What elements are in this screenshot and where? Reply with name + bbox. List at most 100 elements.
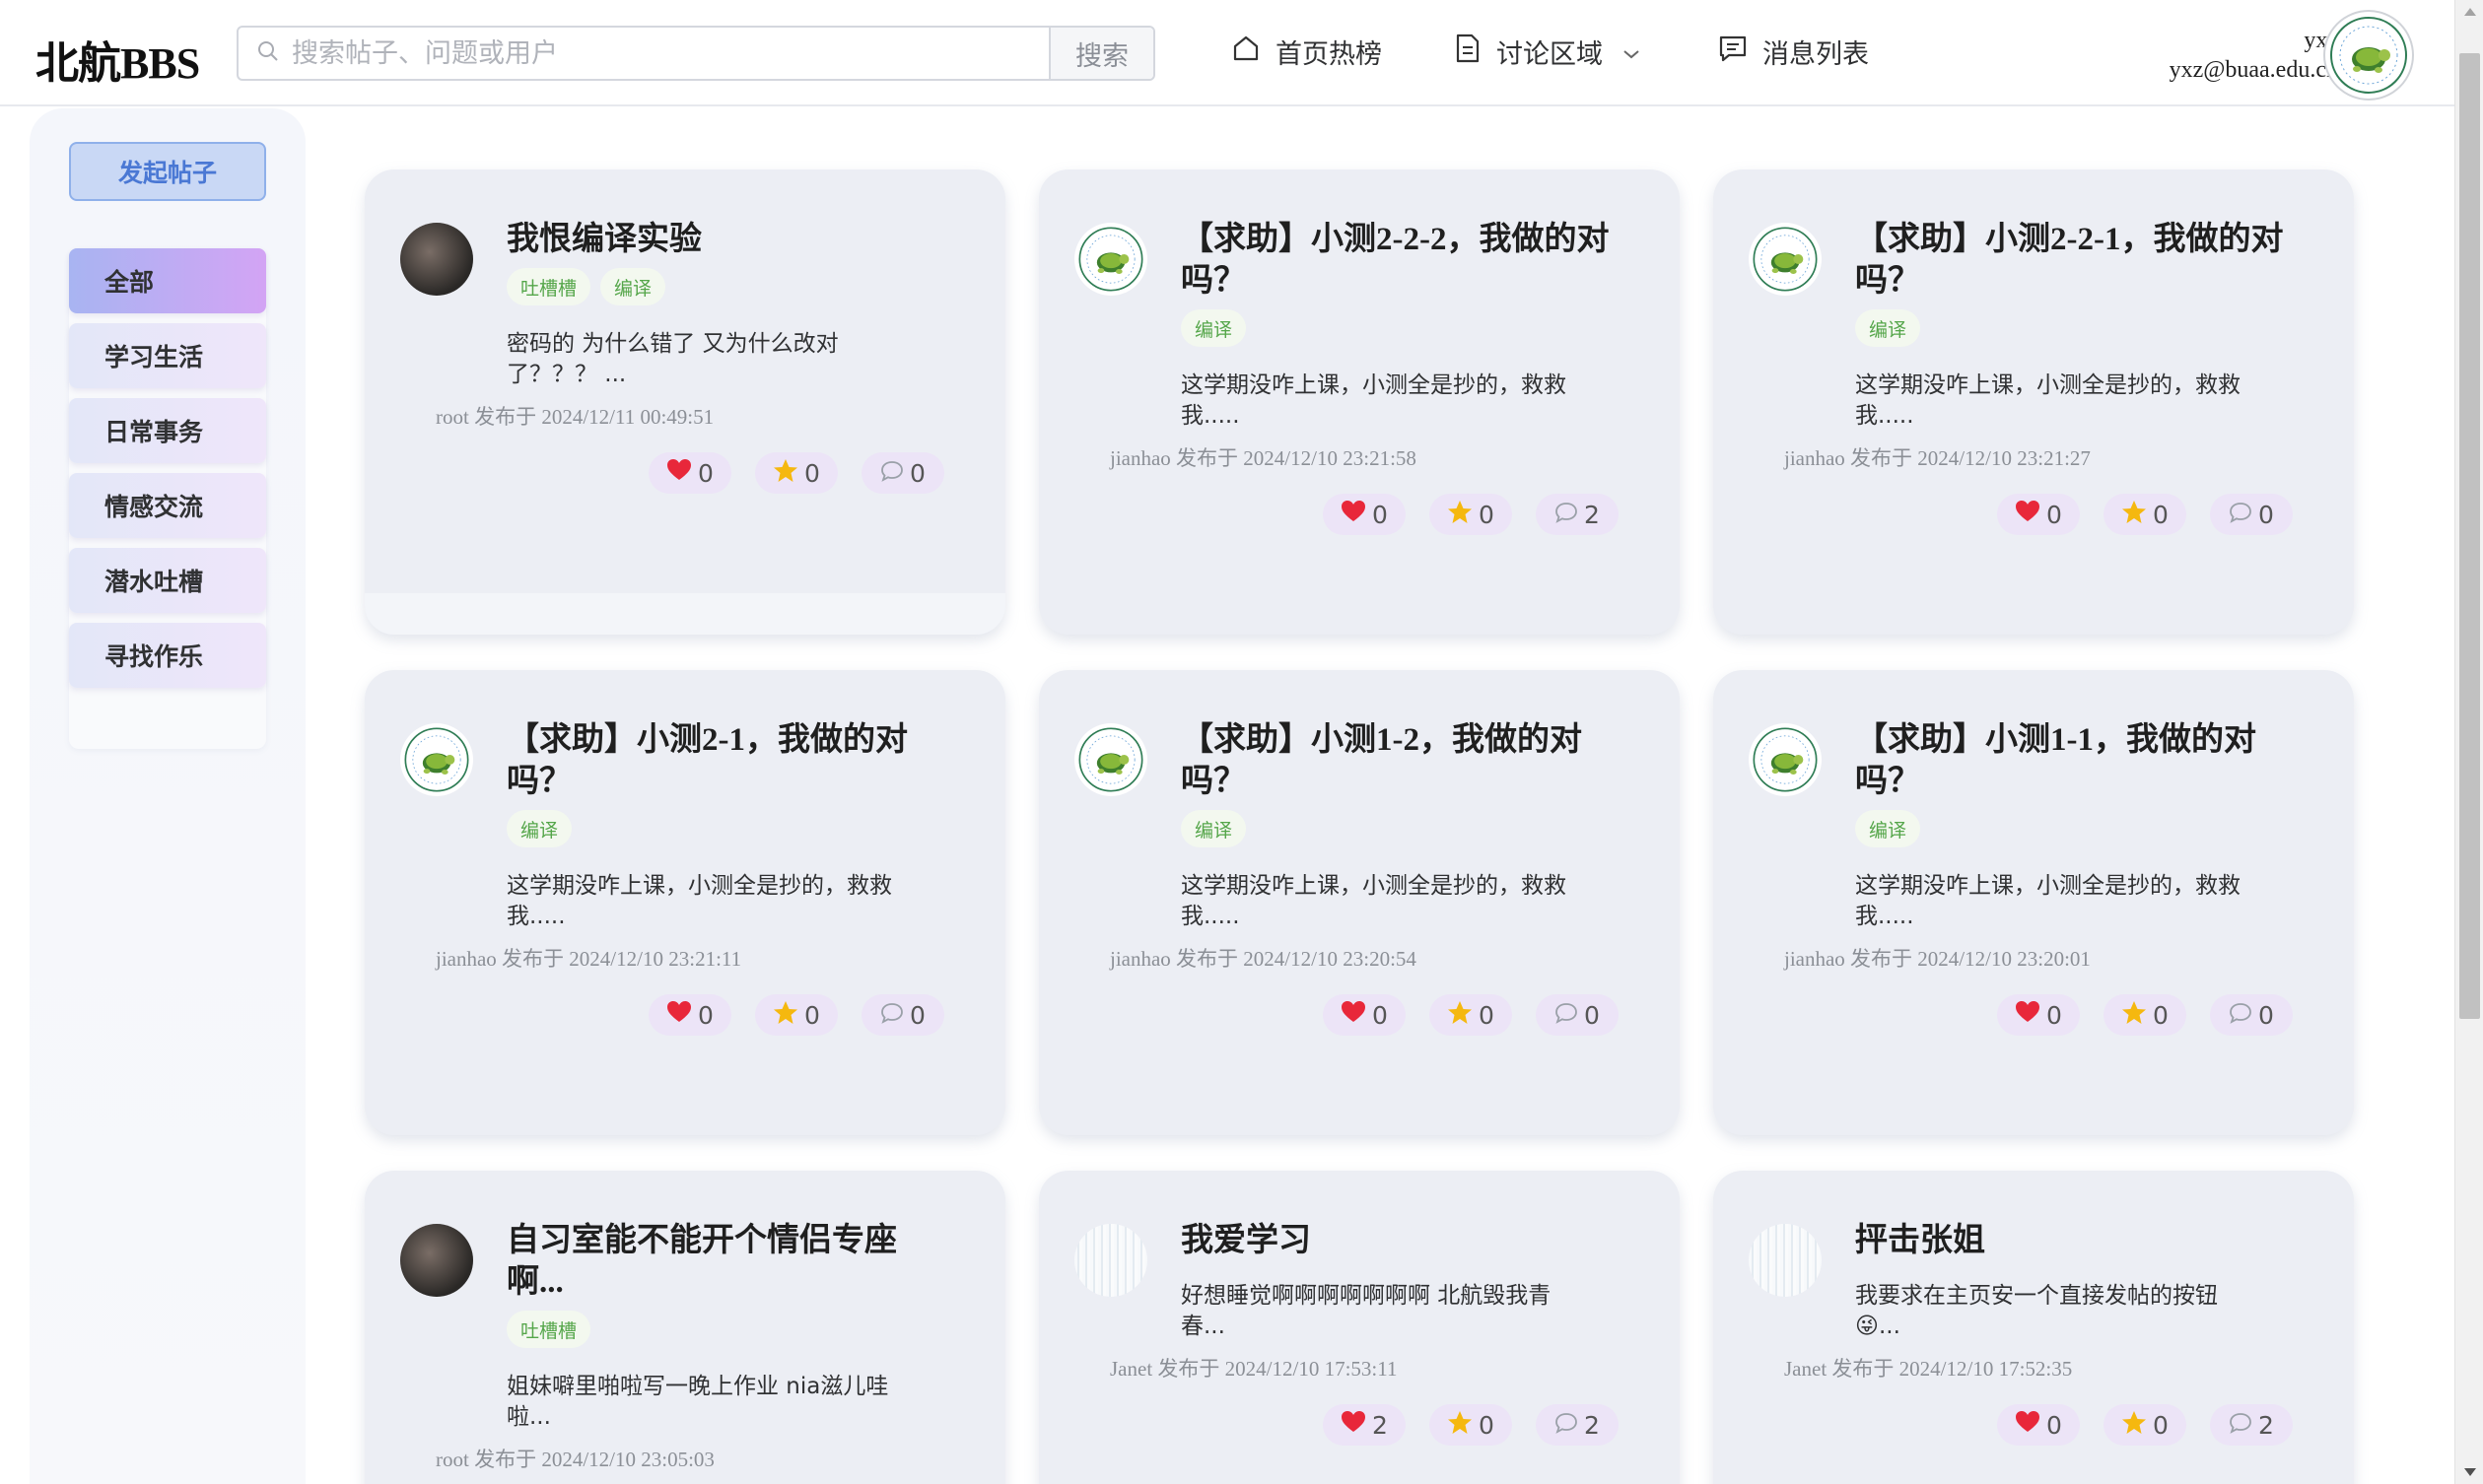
like-button[interactable]: 0 [1997, 1404, 2080, 1446]
post-title[interactable]: 【求助】小测1-1，我做的对吗？ [1855, 719, 2289, 802]
search-field[interactable] [239, 28, 1049, 79]
post-card[interactable]: 抨击张姐 我要求在主页安一个直接发帖的按钮😜... Janet 发布于 2024/1… [1713, 1171, 2354, 1484]
nav-messages[interactable]: 消息列表 [1717, 30, 1869, 73]
post-card[interactable]: 自习室能不能开个情侣专座啊... 吐槽槽姐妹噼里啪啦写一晚上作业 nia滋儿哇啦.… [365, 1171, 1005, 1484]
post-title[interactable]: 抨击张姐 [1855, 1220, 2289, 1261]
like-count: 0 [698, 1000, 714, 1030]
author-avatar[interactable] [1749, 1224, 1822, 1297]
page-scrollbar[interactable] [2454, 0, 2483, 1484]
post-meta: jianhao 发布于 2024/12/10 23:21:27 [1784, 446, 2091, 470]
post-title[interactable]: 【求助】小测2-2-2，我做的对吗？ [1181, 219, 1615, 302]
nav-home-hot[interactable]: 首页热榜 [1230, 30, 1382, 73]
post-title[interactable]: 自习室能不能开个情侣专座啊... [507, 1220, 940, 1303]
like-button[interactable]: 0 [1323, 994, 1406, 1036]
post-tag[interactable]: 编译 [1181, 810, 1247, 847]
like-button[interactable]: 0 [649, 452, 731, 494]
favorite-button[interactable]: 0 [755, 452, 838, 494]
user-info[interactable]: yxz yxz@buaa.edu.cn [2170, 26, 2338, 85]
author-avatar[interactable] [400, 223, 473, 296]
comment-button[interactable]: 2 [1536, 1404, 1619, 1446]
post-tag[interactable]: 编译 [1855, 810, 1921, 847]
post-tag[interactable]: 编译 [1181, 309, 1247, 347]
post-stats: 0 0 2 [1997, 1404, 2293, 1446]
favorite-button[interactable]: 0 [2104, 494, 2186, 535]
post-title[interactable]: 我爱学习 [1181, 1220, 1615, 1261]
post-tag[interactable]: 编译 [507, 810, 573, 847]
author-avatar[interactable] [1074, 723, 1147, 796]
post-excerpt: 姐妹噼里啪啦写一晚上作业 nia滋儿哇啦... [507, 1374, 889, 1430]
top-navbar: 北航BBS 搜索 首页热榜 讨论区域 消息列表 yxz yxz@buaa [0, 0, 2454, 106]
category-study-life[interactable]: 学习生活 [69, 323, 266, 388]
scroll-thumb[interactable] [2459, 53, 2480, 1019]
comment-button[interactable]: 0 [862, 452, 944, 494]
category-fun[interactable]: 寻找作乐 [69, 623, 266, 688]
comment-button[interactable]: 2 [1536, 494, 1619, 535]
post-card[interactable]: 【求助】小测2-2-1，我做的对吗？ 编译 这学期没咋上课，小测全是抄的，救救我..… [1713, 169, 2354, 635]
post-card[interactable]: 【求助】小测2-1，我做的对吗？ 编译 这学期没咋上课，小测全是抄的，救救我....… [365, 670, 1005, 1135]
comment-button[interactable]: 0 [2210, 994, 2293, 1036]
category-rant[interactable]: 潜水吐槽 [69, 548, 266, 613]
post-tags: 编译 [1855, 309, 1921, 347]
author-avatar[interactable] [1074, 1224, 1147, 1297]
favorite-button[interactable]: 0 [1429, 994, 1512, 1036]
author-avatar[interactable] [400, 723, 473, 796]
card-footer [365, 593, 1005, 635]
post-meta: jianhao 发布于 2024/12/10 23:20:54 [1110, 947, 1416, 971]
nav-discussion[interactable]: 讨论区域 [1453, 30, 1654, 73]
site-logo[interactable]: 北航BBS [35, 28, 200, 91]
post-tags: 吐槽槽 编译 [507, 268, 666, 305]
search-input[interactable] [292, 37, 1041, 69]
post-card[interactable]: 【求助】小测2-2-2，我做的对吗？ 编译 这学期没咋上课，小测全是抄的，救救我..… [1039, 169, 1680, 635]
favorite-button[interactable]: 0 [1429, 494, 1512, 535]
post-card[interactable]: 我恨编译实验 吐槽槽 编译 密码的 为什么错了 又为什么改对了？？？ ... root … [365, 169, 1005, 635]
favorite-button[interactable]: 0 [2104, 994, 2186, 1036]
post-tags: 吐槽槽 [507, 1311, 591, 1348]
category-emotion[interactable]: 情感交流 [69, 473, 266, 538]
comment-icon [2229, 1411, 2252, 1440]
category-daily-affairs[interactable]: 日常事务 [69, 398, 266, 463]
scroll-down-icon[interactable] [2464, 1468, 2476, 1476]
post-card[interactable]: 【求助】小测1-2，我做的对吗？ 编译 这学期没咋上课，小测全是抄的，救救我....… [1039, 670, 1680, 1135]
post-tag[interactable]: 吐槽槽 [507, 268, 591, 305]
create-post-button[interactable]: 发起帖子 [69, 142, 266, 201]
post-card[interactable]: 我爱学习 好想睡觉啊啊啊啊啊啊啊 北航毁我青春... Janet 发布于 2024/… [1039, 1171, 1680, 1484]
post-tag[interactable]: 吐槽槽 [507, 1311, 591, 1348]
comment-button[interactable]: 0 [862, 994, 944, 1036]
post-stats: 0 0 0 [1997, 494, 2293, 535]
category-all[interactable]: 全部 [69, 248, 266, 313]
comment-button[interactable]: 2 [2210, 1404, 2293, 1446]
author-avatar[interactable] [1749, 723, 1822, 796]
favorite-count: 0 [1479, 1410, 1494, 1440]
search-button[interactable]: 搜索 [1049, 28, 1153, 79]
post-card[interactable]: 【求助】小测1-1，我做的对吗？ 编译 这学期没咋上课，小测全是抄的，救救我....… [1713, 670, 2354, 1135]
author-avatar[interactable] [1074, 223, 1147, 296]
author-avatar[interactable] [400, 1224, 473, 1297]
heart-icon [1341, 1000, 1366, 1030]
favorite-button[interactable]: 0 [2104, 1404, 2186, 1446]
star-icon [2121, 1000, 2147, 1031]
like-button[interactable]: 2 [1323, 1404, 1406, 1446]
comment-button[interactable]: 0 [2210, 494, 2293, 535]
post-tag[interactable]: 编译 [600, 268, 666, 305]
category-menu: 全部 学习生活 日常事务 情感交流 潜水吐槽 寻找作乐 [69, 248, 266, 749]
user-avatar[interactable] [2323, 10, 2414, 101]
turtle-logo-icon [1753, 727, 1818, 792]
favorite-button[interactable]: 0 [1429, 1404, 1512, 1446]
star-icon [2121, 1410, 2147, 1441]
like-count: 0 [1372, 1000, 1388, 1030]
like-button[interactable]: 0 [1323, 494, 1406, 535]
post-title[interactable]: 【求助】小测1-2，我做的对吗？ [1181, 719, 1615, 802]
author-avatar[interactable] [1749, 223, 1822, 296]
post-title[interactable]: 我恨编译实验 [507, 219, 940, 260]
turtle-logo-icon [2330, 17, 2407, 94]
post-title[interactable]: 【求助】小测2-1，我做的对吗？ [507, 719, 940, 802]
like-button[interactable]: 0 [1997, 994, 2080, 1036]
scroll-up-icon[interactable] [2464, 8, 2476, 16]
post-title[interactable]: 【求助】小测2-2-1，我做的对吗？ [1855, 219, 2289, 302]
like-button[interactable]: 0 [649, 994, 731, 1036]
comment-icon [880, 1001, 904, 1030]
comment-button[interactable]: 0 [1536, 994, 1619, 1036]
favorite-button[interactable]: 0 [755, 994, 838, 1036]
like-button[interactable]: 0 [1997, 494, 2080, 535]
post-tag[interactable]: 编译 [1855, 309, 1921, 347]
